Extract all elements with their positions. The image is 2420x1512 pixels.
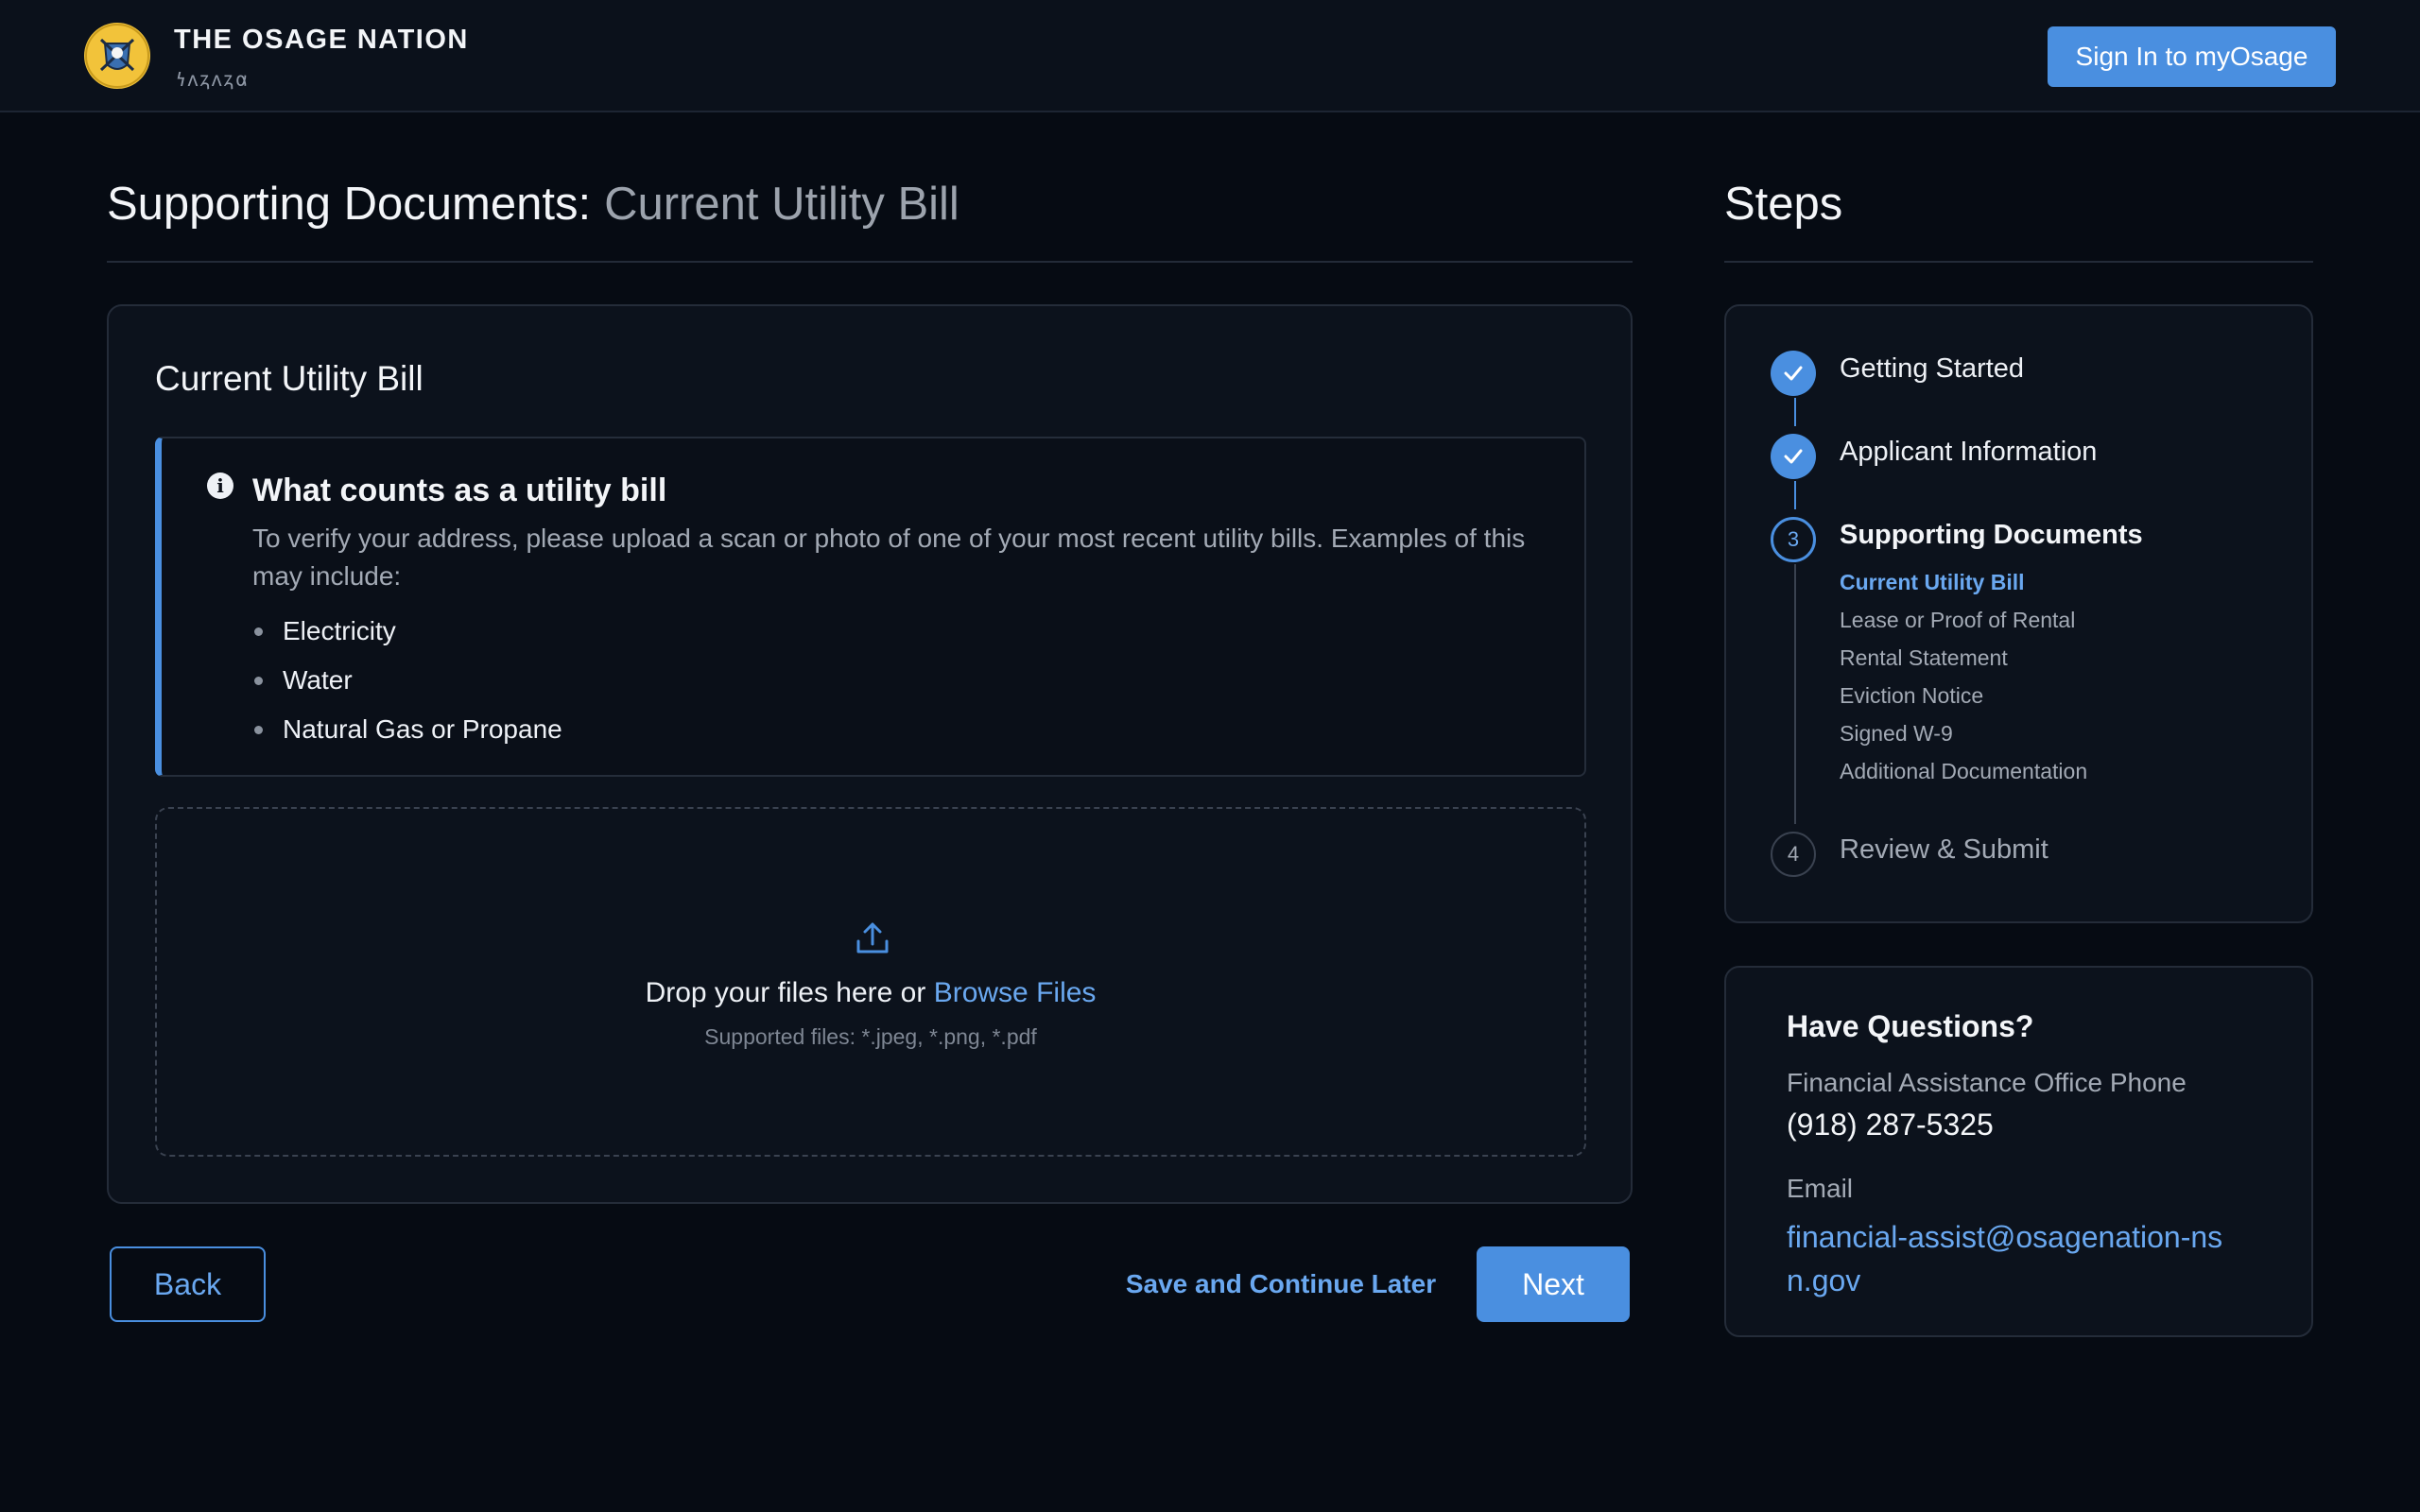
step-review-submit[interactable]: Review & Submit	[1840, 834, 2048, 866]
next-button[interactable]: Next	[1477, 1246, 1630, 1322]
drop-instructions: Drop your files here or Browse Files	[157, 977, 1584, 1009]
step-connector	[1794, 398, 1796, 426]
sub-step-eviction-notice[interactable]: Eviction Notice	[1840, 683, 1983, 709]
sub-step-additional-documentation[interactable]: Additional Documentation	[1840, 759, 2087, 784]
info-callout: i What counts as a utility bill To verif…	[155, 437, 1586, 777]
step-supporting-documents[interactable]: Supporting Documents	[1840, 520, 2143, 551]
phone-number: (918) 287-5325	[1787, 1108, 1994, 1142]
step-3-number: 3	[1771, 517, 1816, 562]
email-link[interactable]: financial-assist@osagenation-nsn.gov	[1787, 1215, 2231, 1302]
osage-nation-seal-logo[interactable]	[84, 23, 150, 89]
step-connector	[1794, 564, 1796, 824]
email-label: Email	[1787, 1174, 1854, 1203]
brand-subtitle-osage-script: 𐓏𐓘𐓻𐓘𐓻𐓟	[176, 69, 250, 91]
sign-in-button[interactable]: Sign In to myOsage	[2048, 26, 2336, 87]
step-applicant-information[interactable]: Applicant Information	[1840, 437, 2097, 468]
file-dropzone[interactable]: Drop your files here or Browse Files Sup…	[155, 807, 1586, 1157]
upload-icon	[856, 922, 889, 954]
step-1-check-icon	[1771, 351, 1816, 396]
info-title: What counts as a utility bill	[252, 472, 667, 508]
top-navigation-bar: THE OSAGE NATION 𐓏𐓘𐓻𐓘𐓻𐓟 Sign In to myOsa…	[0, 0, 2420, 112]
upload-card: Current Utility Bill i What counts as a …	[107, 304, 1633, 1204]
list-item: Electricity	[252, 607, 562, 656]
sub-step-lease[interactable]: Lease or Proof of Rental	[1840, 608, 2075, 633]
page-title-section: Supporting Documents:	[107, 179, 592, 230]
card-title: Current Utility Bill	[155, 359, 424, 398]
list-item: Water	[252, 656, 562, 705]
drop-text: Drop your files here or	[645, 977, 926, 1008]
sub-step-rental-statement[interactable]: Rental Statement	[1840, 645, 2008, 671]
brand-title: THE OSAGE NATION	[174, 25, 469, 55]
page-title: Supporting Documents: Current Utility Bil…	[107, 178, 959, 231]
page-title-subsection: Current Utility Bill	[604, 179, 959, 230]
step-connector	[1794, 481, 1796, 509]
questions-title: Have Questions?	[1787, 1009, 2034, 1043]
list-item: Natural Gas or Propane	[252, 705, 562, 754]
back-button[interactable]: Back	[110, 1246, 266, 1322]
step-4-number: 4	[1771, 832, 1816, 877]
steps-divider	[1724, 261, 2313, 263]
save-and-continue-later-button[interactable]: Save and Continue Later	[1125, 1246, 1437, 1322]
step-getting-started[interactable]: Getting Started	[1840, 353, 2024, 385]
questions-panel: Have Questions? Financial Assistance Off…	[1724, 966, 2313, 1337]
supported-file-types: Supported files: *.jpeg, *.png, *.pdf	[704, 1024, 1037, 1049]
title-divider	[107, 261, 1633, 263]
browse-files-link[interactable]: Browse Files	[934, 977, 1097, 1008]
step-2-check-icon	[1771, 434, 1816, 479]
sub-step-signed-w9[interactable]: Signed W-9	[1840, 721, 1953, 747]
phone-label: Financial Assistance Office Phone	[1787, 1068, 2187, 1097]
sub-step-current-utility-bill[interactable]: Current Utility Bill	[1840, 570, 2025, 595]
steps-heading: Steps	[1724, 179, 1843, 230]
info-description: To verify your address, please upload a …	[252, 524, 1526, 591]
utility-examples-list: Electricity Water Natural Gas or Propane	[252, 607, 562, 754]
info-icon: i	[207, 472, 233, 499]
